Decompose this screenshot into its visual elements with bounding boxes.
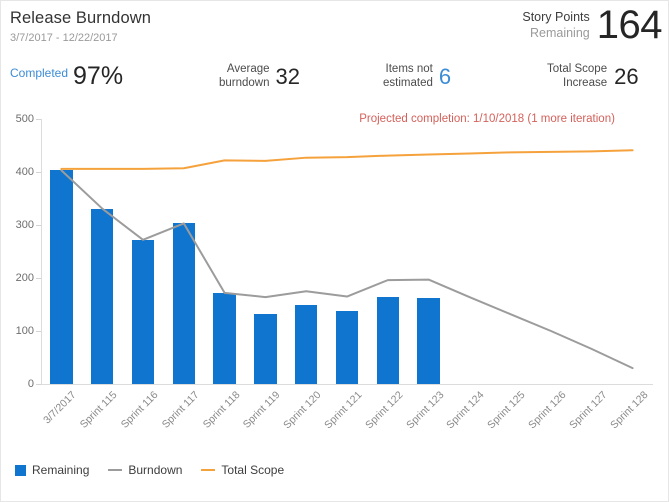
kpi-average-burndown-value: 32 [275, 63, 300, 89]
date-range-subtitle: 3/7/2017 - 12/22/2017 [10, 32, 118, 44]
burndown-chart: 0 100 200 300 400 500 Projected completion: 1… [1, 105, 668, 450]
x-axis-tick-label: Sprint 124 [444, 389, 487, 432]
kpi-story-points-label-line2: Remaining [529, 26, 590, 40]
kpi-story-points-label-line1: Story Points [522, 10, 590, 24]
chart-legend: Remaining Burndown Total Scope [15, 461, 284, 479]
chart-plot-area: 0 100 200 300 400 500 Projected completion: 1… [16, 113, 653, 390]
kpi-items-not-estimated-label: Items not estimated [383, 63, 433, 90]
y-axis-tick-label: 300 [15, 219, 34, 231]
legend-item-label: Remaining [32, 463, 90, 477]
x-axis-tick-label: Sprint 121 [322, 389, 365, 432]
y-axis-tick-label: 0 [27, 378, 34, 390]
kpi-average-burndown-label: Average burndown [219, 63, 270, 90]
line-series-layer [60, 149, 634, 370]
kpi-total-scope-increase-value: 26 [614, 63, 639, 89]
kpi-items-not-estimated-value: 6 [438, 63, 452, 89]
legend-line-swatch-icon [201, 468, 216, 472]
legend-item-label: Burndown [128, 463, 183, 477]
kpi-total-scope-increase-label: Total Scope Increase [547, 63, 607, 90]
legend-item-label: Total Scope [221, 463, 285, 477]
legend-item-total-scope[interactable]: Total Scope [201, 463, 284, 477]
chart-line-total-scope [60, 149, 634, 170]
kpi-items-not-estimated-label-line2: estimated [383, 76, 433, 89]
kpi-story-points-remaining: Story Points Remaining 164 [522, 5, 662, 45]
x-axis-labels: 3/7/2017 Sprint 115 Sprint 116 Sprint 117 Sp… [41, 387, 653, 450]
kpi-average-burndown-label-line2: burndown [219, 76, 270, 89]
x-axis-tick-label: Sprint 116 [118, 389, 161, 431]
legend-square-swatch-icon [15, 464, 26, 476]
kpi-total-scope-increase-label-line2: Increase [563, 76, 608, 89]
y-axis-tick-mark [36, 384, 41, 385]
y-axis-tick-label: 200 [15, 272, 34, 284]
kpi-items-not-estimated: Items not estimated 6 [383, 63, 451, 90]
kpi-average-burndown-label-line1: Average [226, 63, 270, 75]
kpi-total-scope-increase: Total Scope Increase 26 [547, 63, 639, 90]
x-axis-tick-label: Sprint 123 [403, 389, 447, 432]
y-axis-tick-label: 500 [15, 113, 34, 125]
x-axis-tick-label: Sprint 118 [200, 389, 243, 431]
kpi-completed: Completed 97% [10, 63, 123, 89]
projected-completion-annotation: Projected completion: 1/10/2018 (1 more … [359, 113, 615, 125]
x-axis-tick-label: Sprint 127 [566, 389, 610, 432]
chart-line-burndown [60, 169, 634, 370]
kpi-completed-value: 97% [73, 62, 124, 90]
y-axis-tick-label: 100 [15, 325, 34, 337]
x-axis-tick-label: Sprint 128 [607, 389, 651, 432]
kpi-items-not-estimated-label-line1: Items not [385, 63, 433, 75]
kpi-average-burndown: Average burndown 32 [219, 63, 300, 90]
x-axis-tick-label: 3/7/2017 [41, 389, 79, 427]
release-burndown-widget: Release Burndown 3/7/2017 - 12/22/2017 S… [0, 0, 669, 502]
x-axis-tick-label: Sprint 125 [485, 389, 528, 432]
x-axis-tick-label: Sprint 117 [159, 389, 202, 431]
legend-line-swatch-icon [108, 468, 123, 472]
page-title: Release Burndown [10, 9, 152, 27]
legend-item-burndown[interactable]: Burndown [108, 463, 182, 477]
kpi-story-points-value: 164 [596, 3, 663, 47]
kpi-completed-label: Completed [10, 66, 69, 80]
x-axis-tick-label: Sprint 122 [362, 389, 406, 432]
x-axis-tick-label: Sprint 120 [281, 389, 324, 432]
legend-item-remaining[interactable]: Remaining [15, 463, 89, 477]
x-axis-line [41, 384, 653, 385]
widget-header: Release Burndown 3/7/2017 - 12/22/2017 S… [1, 1, 668, 105]
y-axis-tick-label: 400 [15, 166, 34, 178]
x-axis-tick-label: Sprint 119 [241, 389, 283, 431]
x-axis-tick-label: Sprint 126 [526, 389, 569, 432]
kpi-total-scope-increase-label-line1: Total Scope [547, 63, 608, 75]
kpi-story-points-label: Story Points Remaining [522, 9, 589, 41]
x-axis-tick-label: Sprint 115 [77, 389, 120, 431]
